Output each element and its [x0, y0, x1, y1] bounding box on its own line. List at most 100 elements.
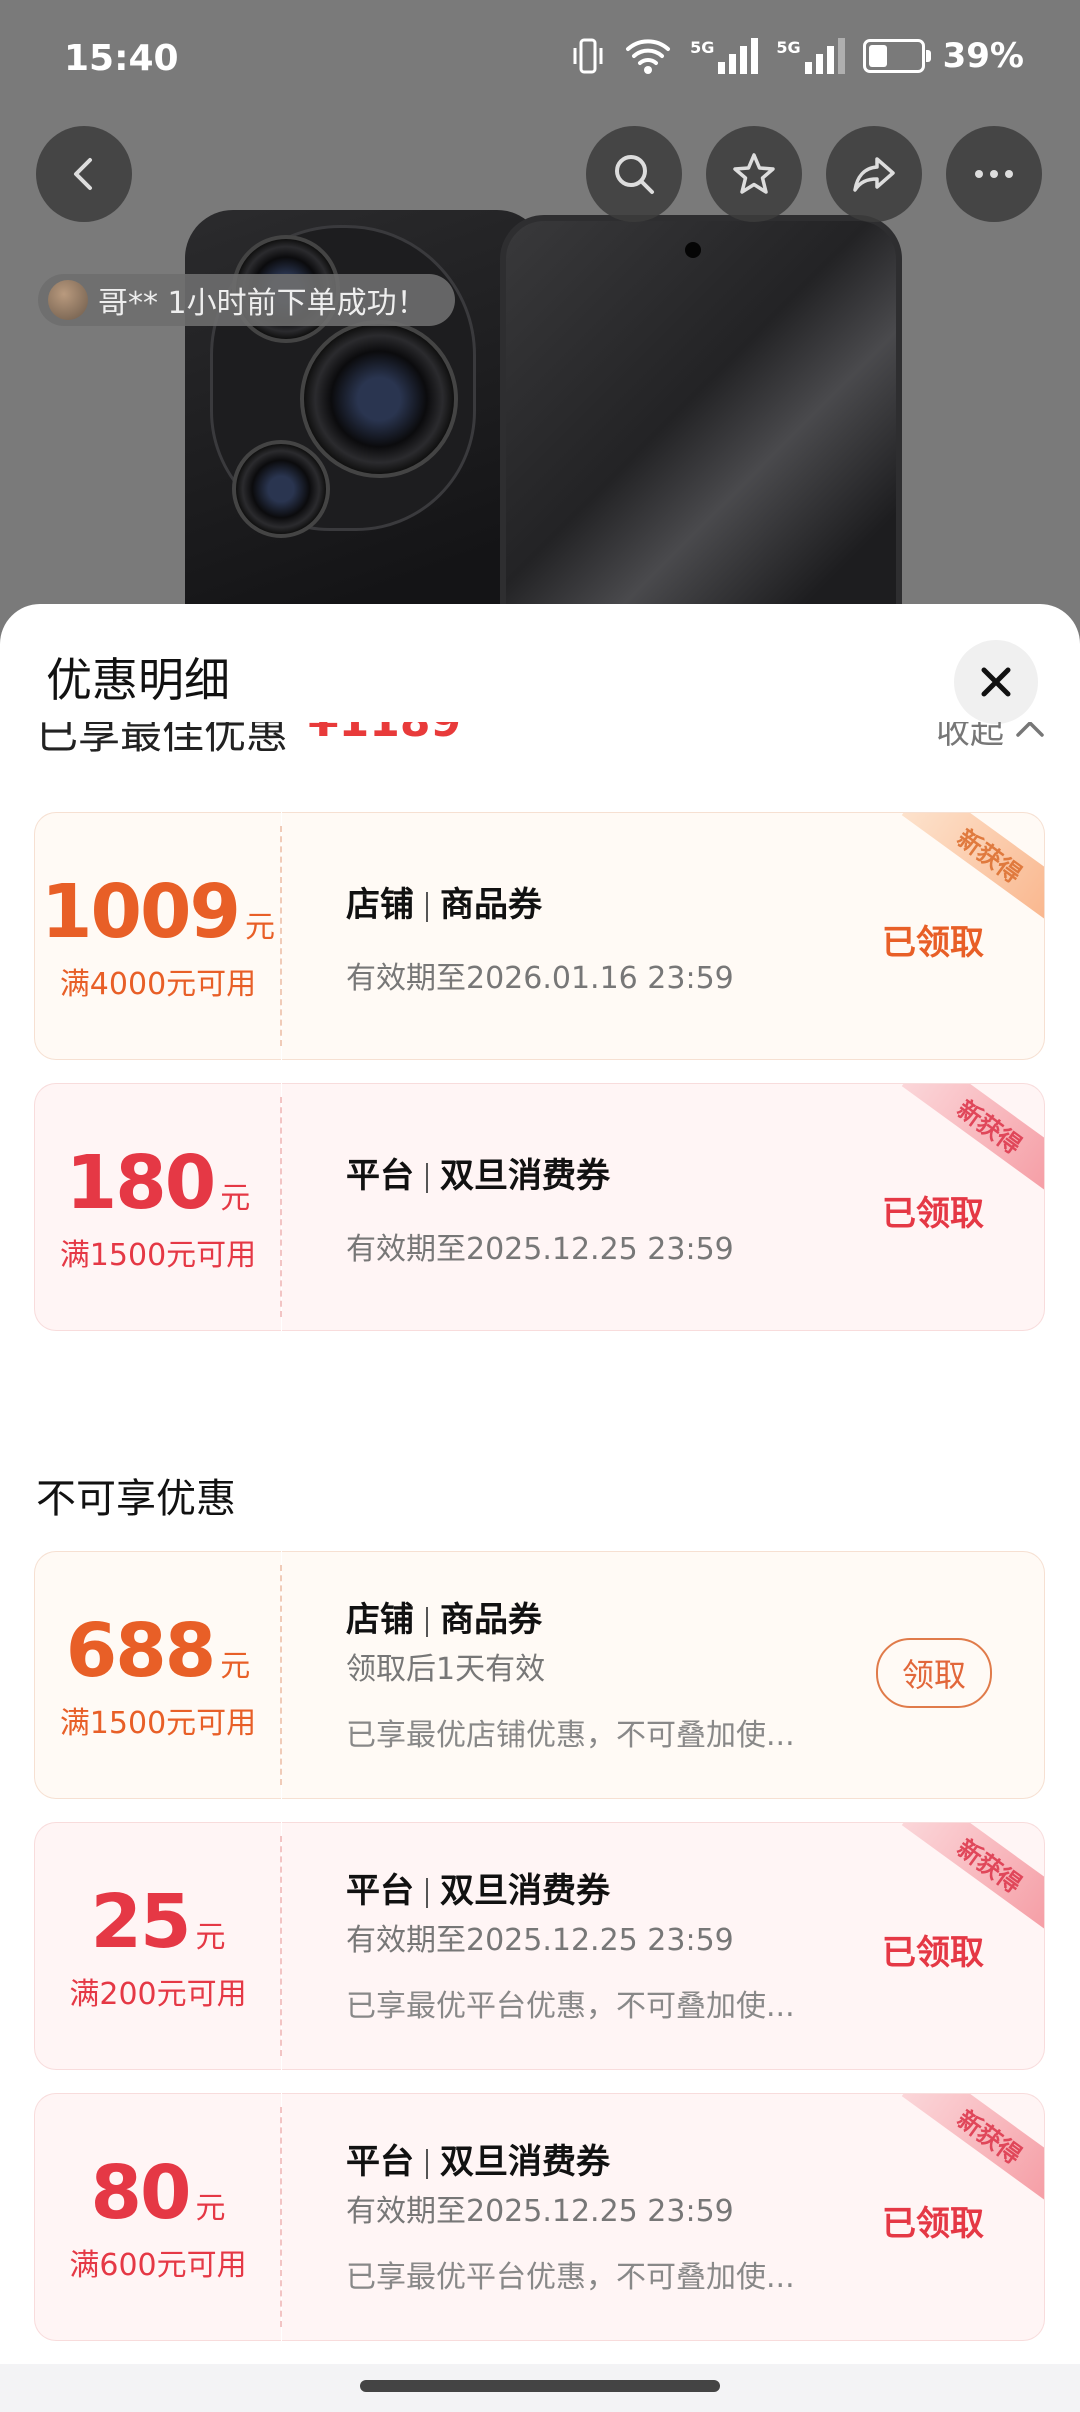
coupon-type-scope: 平台 [346, 1156, 414, 1196]
coupon-info-panel: 平台 双旦消费券 有效期至2025.12.25 23:59 已领取 新获得 [282, 1083, 1045, 1331]
avatar [48, 280, 88, 320]
coupon-value-panel: 25 元 满200元可用 [34, 1822, 281, 2070]
coupon-type-scope: 店铺 [346, 1600, 414, 1640]
recent-order-text: 哥** 1小时前下单成功！ [98, 286, 427, 321]
coupon-validity: 有效期至2025.12.25 23:59 [346, 1923, 734, 1958]
status-time: 15:40 [64, 38, 179, 79]
coupon-type: 平台 双旦消费券 [346, 2134, 610, 2183]
coupon-card: 180 元 满1500元可用 平台 双旦消费券 有效期至2025.12.25 23… [34, 1083, 1046, 1331]
coupon-type-name: 双旦消费券 [440, 1156, 610, 1196]
coupon-value-panel: 80 元 满600元可用 [34, 2093, 281, 2341]
network-type-label: 5G [690, 38, 715, 57]
coupon-card: 25 元 满200元可用 平台 双旦消费券 有效期至2025.12.25 23:5… [34, 1822, 1046, 2070]
coupon-info-panel: 店铺 商品券 有效期至2026.01.16 23:59 已领取 新获得 [282, 812, 1045, 1060]
status-icons: 5G 5G 39% [570, 36, 1024, 76]
battery-icon [862, 39, 931, 73]
collapse-button[interactable]: 收起 [936, 722, 1046, 753]
coupon-info-panel: 平台 双旦消费券 有效期至2025.12.25 23:59 已享最优平台优惠，不可… [282, 2093, 1045, 2341]
coupon-unit: 元 [195, 1920, 226, 1955]
coupon-condition: 满1500元可用 [59, 1238, 257, 1273]
coupon-amount: 688 [65, 1608, 216, 1694]
phone-front-image [500, 215, 902, 660]
search-icon [615, 155, 654, 194]
coupon-condition: 满1500元可用 [59, 1706, 257, 1741]
wifi-icon [626, 39, 671, 74]
coupon-condition: 满200元可用 [69, 1977, 247, 2012]
coupon-unit: 元 [220, 1649, 251, 1684]
coupon-validity: 有效期至2026.01.16 23:59 [346, 961, 734, 996]
search-button[interactable] [586, 126, 682, 222]
more-button[interactable] [946, 126, 1042, 222]
coupon-status: 已领取 [882, 923, 984, 963]
sheet-scroll-area[interactable]: 已享最佳优惠 ¥1189 收起 1009 元 满4000元可用 店铺商品券 有效… [0, 722, 1080, 2412]
close-icon [981, 667, 1011, 697]
coupon-validity: 有效期至2025.12.25 23:59 [346, 2194, 734, 2229]
status-bar: 15:40 5G 5G 39% [0, 0, 1080, 120]
share-icon [853, 157, 895, 192]
best-discount-amount: ¥1189 [308, 722, 461, 747]
signal-icon: 5G [776, 38, 845, 74]
coupon-card: 80 元 满600元可用 平台 双旦消费券 有效期至2025.12.25 23:5… [34, 2093, 1046, 2341]
new-coupon-ribbon: 新获得 [901, 1084, 1044, 1198]
coupon-info-panel: 店铺 商品券 领取后1天有效 已享最优店铺优惠，不可叠加使... 领取 [282, 1551, 1045, 1799]
coupon-unit: 元 [220, 1181, 251, 1216]
coupon-type: 店铺 商品券 [346, 1592, 542, 1641]
claim-button[interactable]: 领取 [876, 1638, 992, 1708]
coupon-amount: 180 [65, 1140, 216, 1226]
coupon-condition: 满600元可用 [69, 2248, 247, 2283]
signal-icon: 5G [690, 38, 759, 74]
coupon-type-scope: 店铺 [346, 885, 414, 925]
coupon-status: 已领取 [882, 2204, 984, 2244]
front-camera-icon [685, 242, 701, 258]
vibrate-icon [573, 38, 603, 74]
coupon-note: 已享最优平台优惠，不可叠加使... [346, 2260, 795, 2295]
network-type-label: 5G [776, 38, 801, 57]
coupon-amount: 25 [90, 1879, 192, 1965]
coupon-type: 平台 双旦消费券 [346, 1148, 610, 1197]
coupon-amount: 80 [90, 2150, 192, 2236]
close-button[interactable] [954, 640, 1038, 724]
coupon-type-scope: 平台 [346, 2142, 414, 2182]
coupon-card: 688 元 满1500元可用 店铺 商品券 领取后1天有效 已享最优店铺优惠，不可… [34, 1551, 1046, 1799]
best-discount-label: 已享最佳优惠 [36, 722, 289, 758]
new-coupon-ribbon: 新获得 [901, 2094, 1044, 2208]
coupon-amount: 1009 [41, 869, 241, 955]
recent-order-toast: 哥** 1小时前下单成功！ [38, 274, 455, 326]
coupon-note: 已享最优平台优惠，不可叠加使... [346, 1989, 795, 2024]
coupon-info-panel: 平台 双旦消费券 有效期至2025.12.25 23:59 已享最优平台优惠，不可… [282, 1822, 1045, 2070]
home-indicator[interactable] [360, 2380, 720, 2392]
coupon-status: 已领取 [882, 1194, 984, 1234]
collapse-label: 收起 [936, 722, 1004, 752]
back-button[interactable] [36, 126, 132, 222]
coupon-validity: 领取后1天有效 [346, 1652, 546, 1687]
new-coupon-ribbon: 新获得 [901, 1823, 1044, 1937]
best-discount-row: 已享最佳优惠 ¥1189 收起 [36, 722, 1046, 770]
coupon-type-name: 商品券 [440, 885, 542, 925]
coupon-type: 平台 双旦消费券 [346, 1863, 610, 1912]
camera-lens-icon [232, 440, 330, 538]
camera-lens-icon [300, 320, 458, 478]
coupon-condition: 满4000元可用 [59, 967, 257, 1002]
coupon-status: 已领取 [882, 1933, 984, 1973]
unavailable-section-title: 不可享优惠 [36, 1476, 236, 1522]
coupon-unit: 元 [244, 910, 275, 945]
coupon-type: 店铺 商品券 [346, 877, 542, 926]
star-icon [733, 153, 775, 194]
coupon-value-panel: 1009 元 满4000元可用 [34, 812, 281, 1060]
share-button[interactable] [826, 126, 922, 222]
coupon-type-scope: 平台 [346, 1871, 414, 1911]
chevron-left-icon [74, 158, 92, 190]
coupon-type-name: 商品券 [440, 1600, 542, 1640]
coupon-value-panel: 688 元 满1500元可用 [34, 1551, 281, 1799]
new-coupon-ribbon: 新获得 [901, 813, 1044, 927]
battery-percent: 39% [942, 36, 1024, 76]
coupon-unit: 元 [195, 2191, 226, 2226]
coupon-type-name: 双旦消费券 [440, 1871, 610, 1911]
discount-detail-sheet: 优惠明细 已享最佳优惠 ¥1189 收起 1009 元 满4000元可用 店铺 [0, 604, 1080, 2412]
coupon-note: 已享最优店铺优惠，不可叠加使... [346, 1718, 795, 1753]
favorite-button[interactable] [706, 126, 802, 222]
coupon-value-panel: 180 元 满1500元可用 [34, 1083, 281, 1331]
coupon-validity: 有效期至2025.12.25 23:59 [346, 1232, 734, 1267]
chevron-up-icon [1016, 722, 1044, 737]
more-icon [975, 170, 1013, 178]
